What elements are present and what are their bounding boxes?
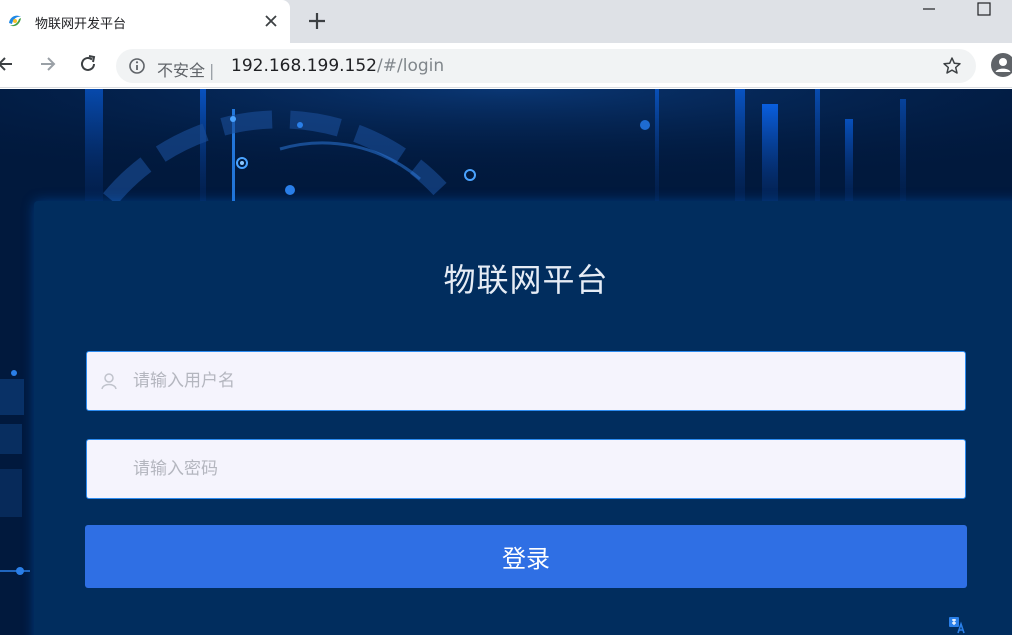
login-title: 物联网平台 — [443, 261, 609, 299]
password-field[interactable] — [86, 439, 966, 499]
minimize-icon[interactable] — [921, 2, 937, 16]
arrow-left-icon[interactable] — [0, 53, 16, 75]
address-bar[interactable]: 不安全 | 192.168.199.152/#/login — [116, 49, 976, 83]
maximize-icon[interactable] — [976, 1, 992, 17]
info-icon[interactable] — [128, 57, 146, 75]
username-field[interactable] — [86, 351, 966, 411]
close-icon[interactable] — [262, 12, 280, 30]
profile-icon[interactable] — [990, 52, 1012, 78]
page-viewport: 物联网平台 登录 — [0, 89, 1012, 635]
tab-title: 物联网开发平台 — [35, 17, 127, 32]
favicon-icon — [7, 13, 23, 29]
login-button[interactable]: 登录 — [85, 525, 967, 588]
reload-icon[interactable] — [77, 53, 99, 75]
user-icon — [101, 373, 117, 390]
star-icon[interactable] — [942, 56, 962, 76]
browser-toolbar: 不安全 | 192.168.199.152/#/login — [0, 43, 1012, 88]
plus-icon[interactable] — [306, 10, 328, 32]
translate-icon[interactable] — [948, 616, 966, 634]
browser-tab[interactable]: 物联网开发平台 — [0, 0, 290, 43]
username-input[interactable] — [131, 352, 951, 410]
arrow-right-icon[interactable] — [37, 53, 59, 75]
password-input[interactable] — [131, 440, 951, 498]
url-text: 192.168.199.152/#/login — [231, 56, 445, 76]
login-card: 物联网平台 登录 — [34, 201, 1012, 635]
security-label: 不安全 | — [157, 61, 215, 80]
tab-strip: 物联网开发平台 — [0, 0, 1012, 43]
